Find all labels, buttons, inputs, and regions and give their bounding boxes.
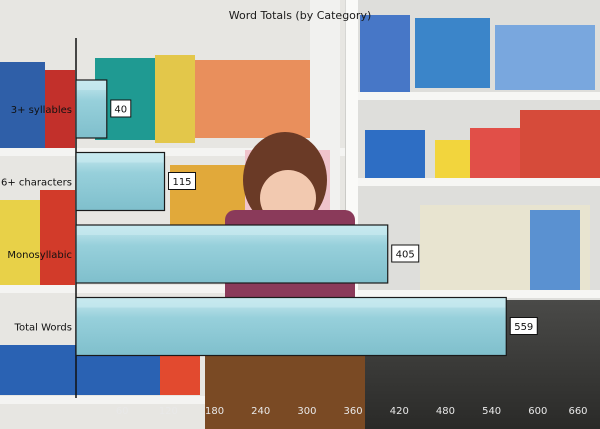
x-tick-label-2: 180 (205, 406, 224, 417)
x-tick-label-3: 240 (251, 406, 270, 417)
category-label-0: 3+ syllables (11, 105, 72, 116)
bar-highlight-3 (77, 298, 506, 308)
bar-chart: Word Totals (by Category) 3+ syllables 6+… (1, 9, 588, 417)
x-tick-label-0: 60 (116, 406, 129, 417)
bar-highlight-2 (77, 226, 387, 235)
category-label-3: Total Words (14, 323, 72, 334)
x-tick-label-1: 120 (159, 406, 178, 417)
data-label-2: 405 (396, 250, 415, 261)
category-label-1: 6+ characters (1, 178, 72, 189)
x-tick-label-5: 360 (344, 406, 363, 417)
x-tick-label-6: 420 (390, 406, 409, 417)
data-label-1: 115 (172, 177, 191, 188)
data-label-3: 559 (514, 322, 533, 333)
category-label-2: Monosyllabic (7, 250, 72, 261)
bar-highlight-1 (77, 153, 164, 163)
x-tick-label-9: 600 (528, 406, 547, 417)
chart-title: Word Totals (by Category) (229, 9, 372, 22)
x-tick-label-7: 480 (436, 406, 455, 417)
bar-highlight-0 (77, 81, 106, 90)
x-tick-label-4: 300 (297, 406, 316, 417)
data-label-0: 40 (114, 105, 127, 116)
x-tick-label-10: 660 (568, 406, 587, 417)
x-tick-label-8: 540 (482, 406, 501, 417)
